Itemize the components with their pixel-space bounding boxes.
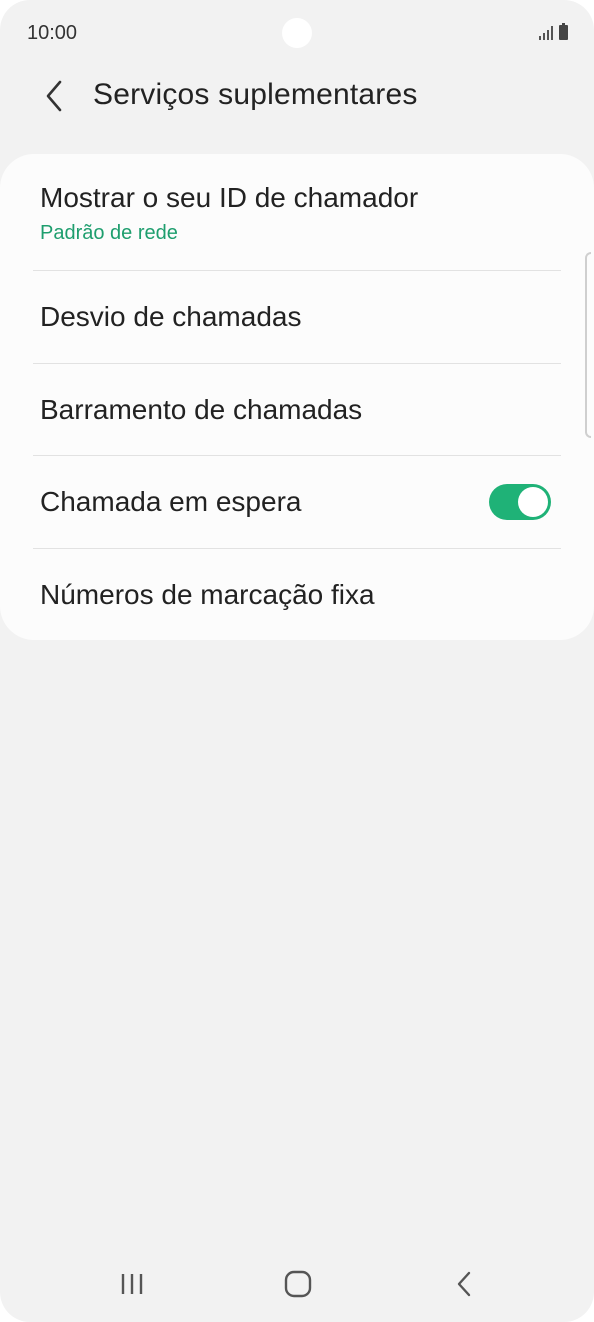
scrollbar[interactable] xyxy=(585,252,591,438)
chevron-left-icon xyxy=(46,80,62,112)
recent-apps-button[interactable] xyxy=(102,1262,162,1306)
setting-fixed-dialing[interactable]: Números de marcação fixa xyxy=(0,549,594,640)
home-icon xyxy=(284,1270,312,1298)
battery-icon xyxy=(559,23,568,40)
setting-call-forwarding[interactable]: Desvio de chamadas xyxy=(0,271,594,363)
status-time: 10:00 xyxy=(27,22,78,44)
setting-label: Chamada em espera xyxy=(40,486,302,517)
setting-call-barring[interactable]: Barramento de chamadas xyxy=(0,364,594,456)
settings-card: Mostrar o seu ID de chamador Padrão de r… xyxy=(0,154,594,640)
nav-back-button[interactable] xyxy=(434,1262,494,1306)
call-waiting-toggle[interactable] xyxy=(489,484,551,520)
back-icon xyxy=(457,1271,471,1297)
front-camera-cutout xyxy=(282,18,312,48)
page-title: Serviços suplementares xyxy=(93,78,418,111)
status-icons xyxy=(539,23,568,40)
back-button[interactable] xyxy=(34,74,74,118)
home-button[interactable] xyxy=(268,1262,328,1306)
setting-caller-id[interactable]: Mostrar o seu ID de chamador Padrão de r… xyxy=(0,154,594,270)
setting-label: Barramento de chamadas xyxy=(40,394,363,425)
setting-subtitle: Padrão de rede xyxy=(40,222,178,244)
setting-label: Mostrar o seu ID de chamador xyxy=(40,182,419,213)
setting-label: Desvio de chamadas xyxy=(40,301,302,332)
phone-screen: 10:00 Serviços suplementares Mostrar o s… xyxy=(0,0,594,1322)
signal-icon xyxy=(539,24,553,40)
setting-label: Números de marcação fixa xyxy=(40,579,375,610)
toggle-knob xyxy=(518,487,548,517)
recent-apps-icon xyxy=(121,1274,143,1294)
setting-call-waiting[interactable]: Chamada em espera xyxy=(0,456,594,548)
